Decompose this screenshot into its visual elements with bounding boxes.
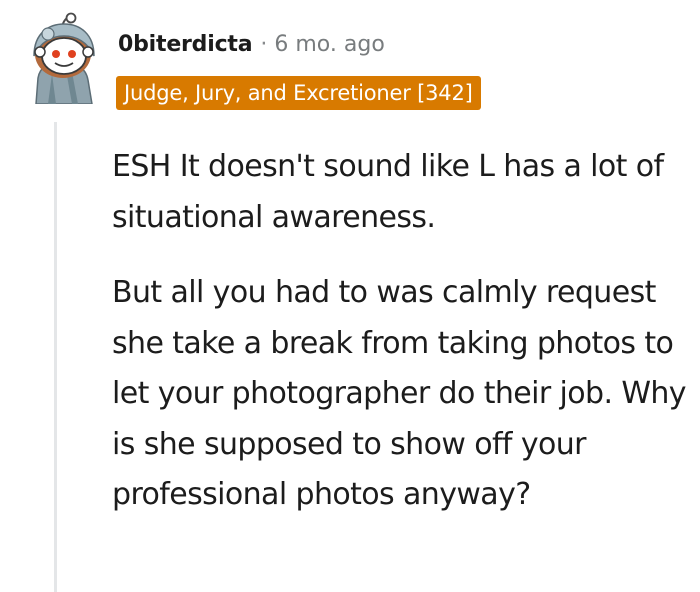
user-flair: Judge, Jury, and Excretioner [342] bbox=[116, 76, 481, 110]
user-avatar[interactable] bbox=[22, 12, 108, 105]
comment-body: ESH It doesn't sound like L has a lot of… bbox=[112, 142, 694, 521]
snoo-avatar-icon bbox=[33, 12, 95, 105]
comment-meta: 0biterdicta · 6 mo. ago bbox=[118, 26, 385, 62]
comment-paragraph-1: ESH It doesn't sound like L has a lot of… bbox=[112, 149, 664, 235]
comment: 0biterdicta · 6 mo. ago Judge, Jury, and… bbox=[0, 0, 700, 592]
username-link[interactable]: 0biterdicta bbox=[118, 32, 253, 57]
comment-paragraph-2: But all you had to was calmly request sh… bbox=[112, 275, 687, 512]
meta-separator: · bbox=[260, 31, 268, 57]
thread-line[interactable] bbox=[54, 122, 57, 592]
timestamp[interactable]: 6 mo. ago bbox=[274, 32, 384, 57]
